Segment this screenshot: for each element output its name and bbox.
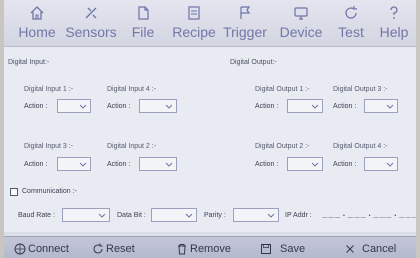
toolbar-home-button[interactable]: Home xyxy=(12,0,62,46)
connect-button-label: Connect xyxy=(28,243,69,255)
digital-input-3-action-select[interactable] xyxy=(57,157,91,171)
cancel-button-label: Cancel xyxy=(362,243,397,255)
digital-input-1-label: Digital Input 1 :- xyxy=(24,86,74,93)
remove-button[interactable]: Remove xyxy=(176,241,231,257)
flag-icon xyxy=(220,5,270,21)
home-icon xyxy=(12,5,62,21)
toolbar-recipe-button[interactable]: Recipe xyxy=(169,0,219,46)
chevron-down-icon xyxy=(79,162,87,167)
chevron-down-icon xyxy=(267,213,275,218)
digital-output-3-label: Digital Output 3 :- xyxy=(333,86,388,93)
chevron-down-icon xyxy=(311,104,319,109)
data-bit-select[interactable] xyxy=(151,208,197,222)
chevron-down-icon xyxy=(185,213,193,218)
connect-button[interactable]: Connect xyxy=(14,241,69,257)
digital-input-2-action-label: Action : xyxy=(107,161,131,168)
digital-input-title: Digital Input:- xyxy=(8,59,50,66)
data-bit-label: Data Bit : xyxy=(117,212,146,219)
reset-icon xyxy=(93,243,103,254)
baud-rate-select[interactable] xyxy=(62,208,110,222)
digital-output-1-action-select[interactable] xyxy=(287,99,323,113)
communication-checkbox[interactable] xyxy=(10,188,18,196)
chevron-down-icon xyxy=(79,104,87,109)
save-button-label: Save xyxy=(280,243,306,255)
reset-button-label: Reset xyxy=(106,243,135,255)
monitor-icon xyxy=(276,5,326,21)
digital-output-4-action-label: Action : xyxy=(333,161,357,168)
io-settings-panel: Digital Input:- Digital Output:- Digital… xyxy=(4,47,416,232)
close-icon xyxy=(346,245,354,253)
digital-output-4-action-select[interactable] xyxy=(364,157,398,171)
digital-output-2-label: Digital Output 2 :- xyxy=(255,143,310,150)
cancel-button[interactable]: Cancel xyxy=(344,241,396,257)
digital-input-4-action-select[interactable] xyxy=(139,99,177,113)
digital-input-4-action-label: Action : xyxy=(107,103,131,110)
file-icon xyxy=(118,5,168,21)
bottom-action-bar: Connect Reset Remove Save Cancel xyxy=(4,236,416,258)
recipe-icon xyxy=(169,5,219,21)
toolbar-trigger-button[interactable]: Trigger xyxy=(220,0,270,46)
network-icon xyxy=(14,243,26,255)
chevron-down-icon xyxy=(165,104,173,109)
digital-input-2-label: Digital Input 2 :- xyxy=(107,143,157,150)
top-toolbar: Home Sensors File Recipe Trigger Device … xyxy=(4,0,416,47)
help-icon xyxy=(369,5,416,21)
chevron-down-icon xyxy=(165,162,173,167)
toolbar-file-button[interactable]: File xyxy=(118,0,168,46)
toolbar-help-button[interactable]: Help xyxy=(369,0,416,46)
digital-input-1-action-label: Action : xyxy=(24,103,48,110)
digital-output-1-action-label: Action : xyxy=(255,103,279,110)
toolbar-sensors-button[interactable]: Sensors xyxy=(65,0,117,46)
save-button[interactable]: Save xyxy=(260,241,305,257)
digital-input-1-action-select[interactable] xyxy=(57,99,91,113)
toolbar-device-button[interactable]: Device xyxy=(276,0,326,46)
sensor-icon xyxy=(66,5,116,21)
digital-output-4-label: Digital Output 4 :- xyxy=(333,143,388,150)
chevron-down-icon xyxy=(386,104,394,109)
reset-button[interactable]: Reset xyxy=(92,241,135,257)
digital-output-title: Digital Output:- xyxy=(230,59,277,66)
ip-address-label: IP Addr : xyxy=(285,212,312,219)
remove-button-label: Remove xyxy=(190,243,231,255)
parity-select[interactable] xyxy=(233,208,279,222)
digital-output-3-action-select[interactable] xyxy=(364,99,398,113)
toolbar-home-label: Home xyxy=(18,24,56,40)
digital-input-3-action-label: Action : xyxy=(24,161,48,168)
communication-label: Communication :- xyxy=(22,188,77,195)
digital-input-2-action-select[interactable] xyxy=(139,157,177,171)
digital-output-3-action-label: Action : xyxy=(333,103,357,110)
digital-output-1-label: Digital Output 1 :- xyxy=(255,86,310,93)
digital-input-4-label: Digital Input 4 :- xyxy=(107,86,157,93)
chevron-down-icon xyxy=(311,162,319,167)
baud-rate-label: Baud Rate : xyxy=(18,212,55,219)
toolbar-trigger-label: Trigger xyxy=(223,24,267,40)
digital-input-3-label: Digital Input 3 :- xyxy=(24,143,74,150)
trash-icon xyxy=(178,244,186,255)
chevron-down-icon xyxy=(386,162,394,167)
parity-label: Parity : xyxy=(204,212,226,219)
digital-output-2-action-label: Action : xyxy=(255,161,279,168)
save-icon xyxy=(261,244,271,254)
toolbar-help-label: Help xyxy=(379,24,409,40)
screen: Home Sensors File Recipe Trigger Device … xyxy=(4,0,416,258)
ip-address-field[interactable]: ___.___.___.___ xyxy=(322,209,416,219)
digital-output-2-action-select[interactable] xyxy=(287,157,323,171)
chevron-down-icon xyxy=(98,213,106,218)
